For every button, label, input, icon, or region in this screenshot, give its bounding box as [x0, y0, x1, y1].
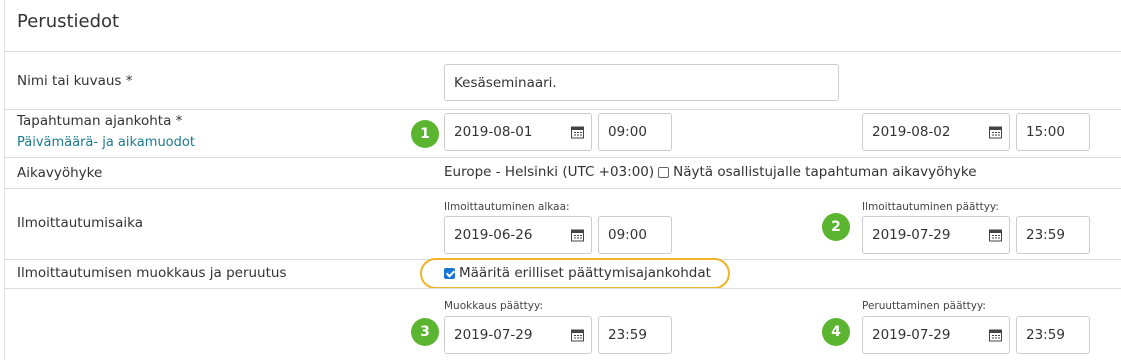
registration-start-time-input[interactable]: 09:00 [598, 216, 672, 254]
left-border [4, 0, 5, 360]
registration-end-caption: Ilmoittautuminen päättyy: [862, 201, 999, 213]
event-start-date-input[interactable]: 2019-08-01 [444, 113, 592, 151]
registration-start-caption: Ilmoittautuminen alkaa: [444, 201, 570, 213]
cancel-deadline-time-input[interactable]: 23:59 [1016, 316, 1090, 354]
divider [4, 188, 1121, 189]
step-badge-3: 3 [411, 318, 439, 346]
calendar-icon[interactable] [571, 229, 584, 242]
event-start-time-input[interactable]: 09:00 [598, 113, 672, 151]
show-timezone-checkbox[interactable] [658, 166, 670, 178]
cancel-deadline-date-input[interactable]: 2019-07-29 [862, 316, 1010, 354]
divider [4, 288, 1121, 289]
registration-end-time-input[interactable]: 23:59 [1016, 216, 1090, 254]
edit-deadline-caption: Muokkaus päättyy: [444, 300, 543, 312]
show-timezone-label[interactable]: Näytä osallistujalle tapahtuman aikavyöh… [673, 164, 976, 180]
step-badge-4: 4 [822, 318, 850, 346]
event-time-label: Tapahtuman ajankohta * [17, 113, 183, 129]
event-start-date-value: 2019-08-01 [454, 124, 533, 140]
cancel-deadline-caption: Peruuttaminen päättyy: [862, 300, 986, 312]
separate-deadlines-row: Määritä erilliset päättymisajankohdat [444, 265, 711, 281]
edit-deadline-date-input[interactable]: 2019-07-29 [444, 316, 592, 354]
cancel-deadline-date-value: 2019-07-29 [872, 327, 951, 343]
registration-label: Ilmoittautumisaika [17, 215, 143, 231]
edit-deadline-date-value: 2019-07-29 [454, 327, 533, 343]
registration-end-date-input[interactable]: 2019-07-29 [862, 216, 1010, 254]
timezone-label: Aikavyöhyke [17, 165, 103, 181]
event-end-date-value: 2019-08-02 [872, 124, 951, 140]
name-label: Nimi tai kuvaus * [17, 73, 133, 89]
registration-start-date-input[interactable]: 2019-06-26 [444, 216, 592, 254]
registration-start-date-value: 2019-06-26 [454, 227, 533, 243]
calendar-icon[interactable] [989, 329, 1002, 342]
section-title: Perustiedot [17, 11, 120, 32]
calendar-icon[interactable] [571, 329, 584, 342]
registration-end-date-value: 2019-07-29 [872, 227, 951, 243]
calendar-icon[interactable] [571, 126, 584, 139]
divider [4, 51, 1121, 52]
separate-deadlines-checkbox[interactable] [444, 267, 455, 279]
step-badge-1: 1 [411, 120, 439, 148]
modify-label: Ilmoittautumisen muokkaus ja peruutus [17, 265, 287, 281]
event-end-date-input[interactable]: 2019-08-02 [862, 113, 1010, 151]
timezone-row: Europe - Helsinki (UTC +03:00) Näytä osa… [444, 164, 977, 180]
divider [4, 109, 1121, 110]
step-badge-2: 2 [822, 213, 850, 241]
event-end-time-input[interactable]: 15:00 [1016, 113, 1090, 151]
name-input[interactable]: Kesäseminaari. [444, 64, 839, 101]
calendar-icon[interactable] [989, 229, 1002, 242]
separate-deadlines-label[interactable]: Määritä erilliset päättymisajankohdat [459, 265, 711, 281]
date-formats-link[interactable]: Päivämäärä- ja aikamuodot [17, 135, 195, 150]
divider [4, 157, 1121, 158]
timezone-value: Europe - Helsinki (UTC +03:00) [444, 164, 655, 180]
calendar-icon[interactable] [989, 126, 1002, 139]
edit-deadline-time-input[interactable]: 23:59 [598, 316, 672, 354]
